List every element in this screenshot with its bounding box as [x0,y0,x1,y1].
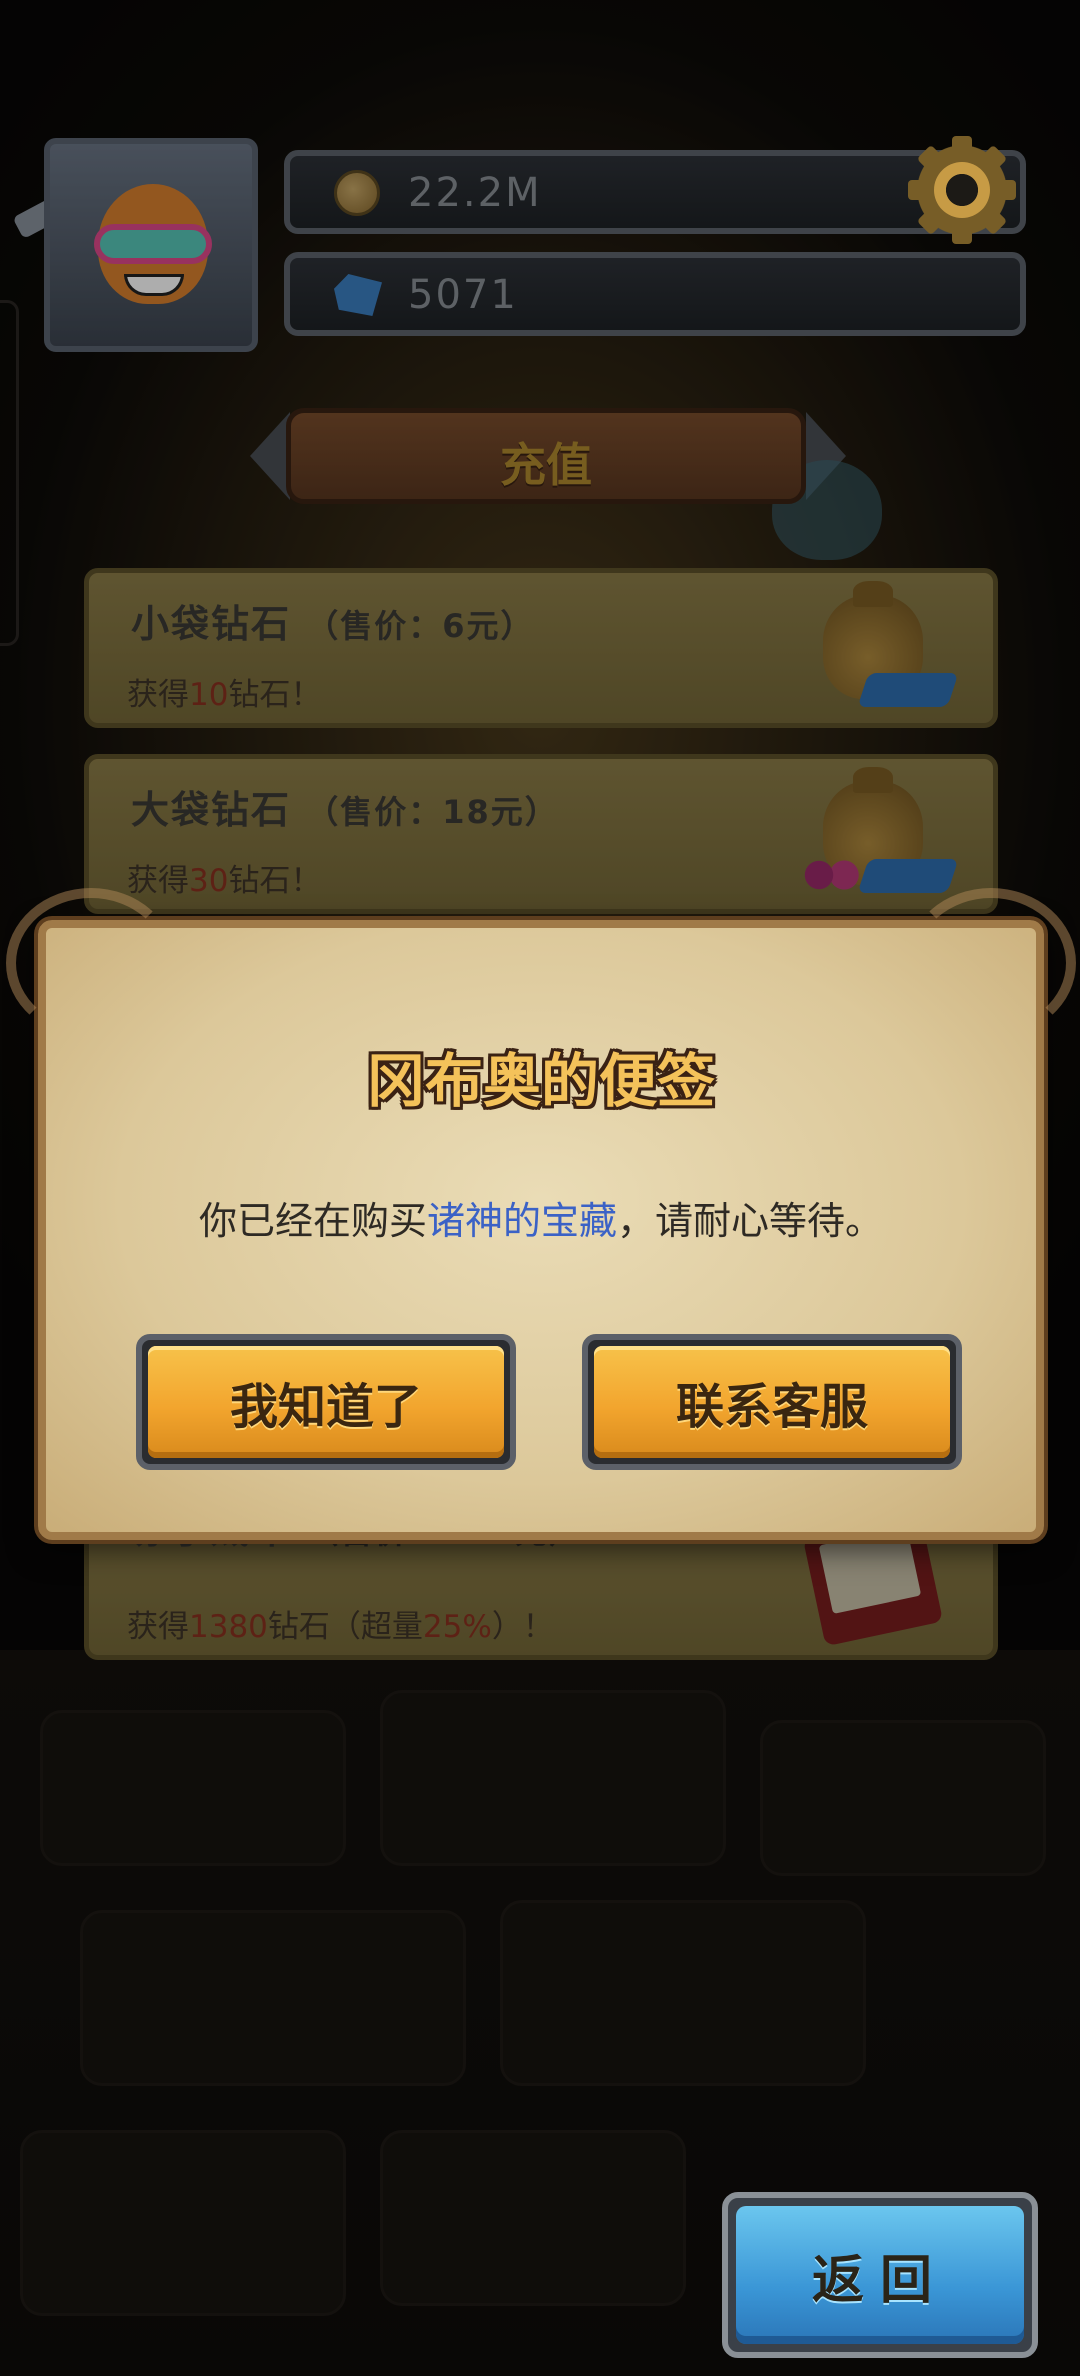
back-button-label: 返回 [736,2206,1024,2344]
dialog-title: 冈布奥的便签 [366,1047,715,1115]
confirm-button-label: 我知道了 [148,1346,504,1458]
back-button[interactable]: 返回 [722,2192,1038,2358]
confirm-button[interactable]: 我知道了 [136,1334,516,1470]
ornament-icon [6,888,176,1038]
ornament-icon [906,888,1076,1038]
contact-support-button[interactable]: 联系客服 [582,1334,962,1470]
contact-button-label: 联系客服 [594,1346,950,1458]
product-link[interactable]: 诸神的宝藏 [427,1199,617,1243]
dialog-message: 你已经在购买诸神的宝藏，请耐心等待。 [198,1199,884,1243]
note-dialog: 冈布奥的便签 你已经在购买诸神的宝藏，请耐心等待。 我知道了 联系客服 [6,888,1076,1540]
